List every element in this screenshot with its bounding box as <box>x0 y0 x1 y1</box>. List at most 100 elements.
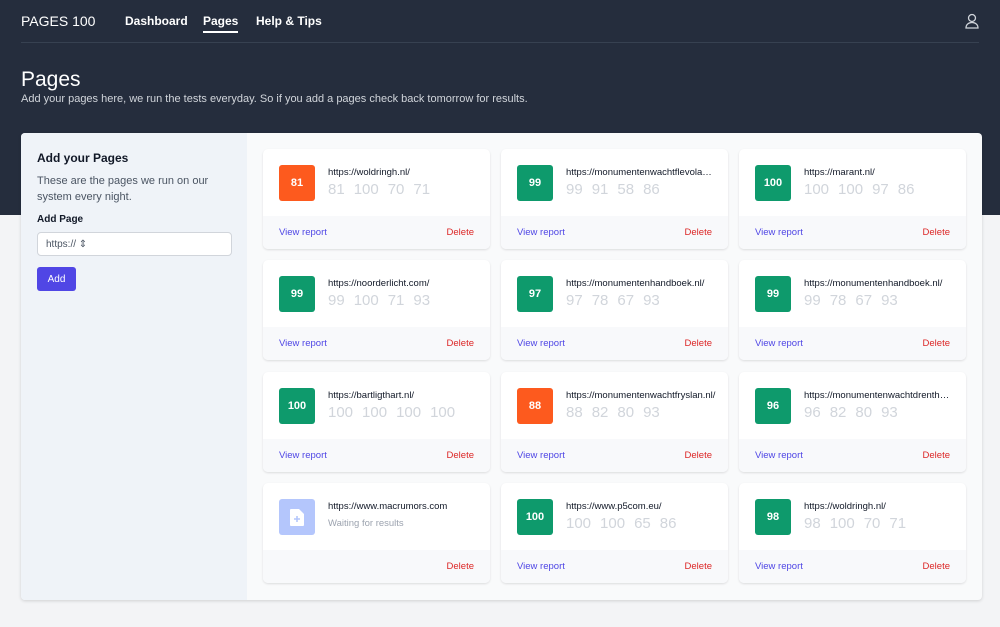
page-url: https://noorderlicht.com/ <box>328 278 430 289</box>
page-title: Pages <box>21 68 81 91</box>
delete-link[interactable]: Delete <box>923 561 950 572</box>
category-scores: 99 78 67 93 <box>804 292 907 309</box>
category-score: 88 <box>566 404 583 421</box>
add-page-input[interactable] <box>37 232 232 256</box>
page-url: https://monumentenwachtdrenthe.nl/ <box>804 390 954 401</box>
category-score: 70 <box>387 181 405 198</box>
category-score: 98 <box>804 515 821 532</box>
view-report-link[interactable]: View report <box>279 338 327 349</box>
category-score: 97 <box>566 292 583 309</box>
category-score: 80 <box>855 404 873 421</box>
delete-link[interactable]: Delete <box>447 450 474 461</box>
page-url: https://marant.nl/ <box>804 167 875 178</box>
category-score: 100 <box>566 515 592 532</box>
category-score: 67 <box>855 292 873 309</box>
page-url: https://www.p5com.eu/ <box>566 501 662 512</box>
category-score: 82 <box>829 404 847 421</box>
category-score: 100 <box>804 181 830 198</box>
category-scores: 98 100 70 71 <box>804 515 915 532</box>
pages-panel: Add your Pages These are the pages we ru… <box>21 133 982 600</box>
overall-score: 100 <box>763 177 783 189</box>
category-score: 81 <box>328 181 345 198</box>
delete-link[interactable]: Delete <box>923 338 950 349</box>
category-score: 99 <box>566 181 583 198</box>
overall-score: 98 <box>766 511 780 523</box>
category-score: 100 <box>353 181 379 198</box>
category-score: 100 <box>838 181 864 198</box>
view-report-link[interactable]: View report <box>755 227 803 238</box>
overall-score: 97 <box>528 288 542 300</box>
add-page-label: Add Page <box>37 214 84 225</box>
overall-score: 96 <box>766 400 780 412</box>
delete-link[interactable]: Delete <box>923 450 950 461</box>
page-card: 100 https://marant.nl/100 100 97 86 View repo… <box>739 149 966 249</box>
overall-score: 100 <box>525 511 545 523</box>
view-report-link[interactable]: View report <box>279 450 327 461</box>
score-badge: 81 <box>279 165 315 201</box>
category-score: 78 <box>591 292 609 309</box>
nav-help-tips[interactable]: Help & Tips <box>256 14 322 28</box>
add-pages-sidebar: Add your Pages These are the pages we ru… <box>21 133 247 600</box>
view-report-link[interactable]: View report <box>517 338 565 349</box>
page-url: https://monumentenhandboek.nl/ <box>804 278 943 289</box>
page-card: 81 https://woldringh.nl/81 100 70 71 View rep… <box>263 149 490 249</box>
score-badge: 99 <box>517 165 553 201</box>
overall-score: 81 <box>290 177 304 189</box>
category-score: 100 <box>353 292 379 309</box>
score-badge: 99 <box>279 276 315 312</box>
score-badge: 99 <box>755 276 791 312</box>
nav-dashboard[interactable]: Dashboard <box>125 14 188 28</box>
category-scores: 100 100 97 86 <box>804 181 923 198</box>
overall-score: 99 <box>528 177 542 189</box>
category-score: 86 <box>643 181 660 198</box>
category-score: 100 <box>396 404 422 421</box>
page-card: 100 https://www.p5com.eu/100 100 65 86 View r… <box>501 483 728 583</box>
page-subtitle: Add your pages here, we run the tests ev… <box>21 93 528 105</box>
view-report-link[interactable]: View report <box>755 338 803 349</box>
category-scores: 100 100 65 86 <box>566 515 685 532</box>
add-button[interactable]: Add <box>37 267 76 291</box>
page-card: 98 https://woldringh.nl/98 100 70 71 View rep… <box>739 483 966 583</box>
waiting-status: Waiting for results <box>328 518 404 529</box>
category-score: 71 <box>889 515 907 532</box>
view-report-link[interactable]: View report <box>279 227 327 238</box>
category-score: 80 <box>617 404 635 421</box>
page-url: https://monumentenwachtflevoland.nl/ <box>566 167 716 178</box>
delete-link[interactable]: Delete <box>685 450 712 461</box>
delete-link[interactable]: Delete <box>685 338 712 349</box>
page-card: 96 https://monumentenwachtdrenthe.nl/96 82… <box>739 372 966 472</box>
category-score: 93 <box>643 404 660 421</box>
score-badge: 96 <box>755 388 791 424</box>
view-report-link[interactable]: View report <box>517 561 565 572</box>
view-report-link[interactable]: View report <box>755 450 803 461</box>
view-report-link[interactable]: View report <box>517 450 565 461</box>
view-report-link[interactable]: View report <box>755 561 803 572</box>
delete-link[interactable]: Delete <box>923 227 950 238</box>
page-url: https://monumentenhandboek.nl/ <box>566 278 705 289</box>
delete-link[interactable]: Delete <box>447 227 474 238</box>
top-nav: PAGES 100 Dashboard Pages Help & Tips <box>21 0 979 43</box>
delete-link[interactable]: Delete <box>447 561 474 572</box>
overall-score: 99 <box>290 288 304 300</box>
view-report-link[interactable]: View report <box>517 227 565 238</box>
category-score: 93 <box>881 404 898 421</box>
page-url: https://www.macrumors.com <box>328 501 448 512</box>
category-scores: 97 78 67 93 <box>566 292 669 309</box>
category-score: 99 <box>328 292 345 309</box>
score-badge: 98 <box>755 499 791 535</box>
delete-link[interactable]: Delete <box>685 227 712 238</box>
category-score: 58 <box>617 181 635 198</box>
category-score: 96 <box>804 404 821 421</box>
category-score: 67 <box>617 292 635 309</box>
category-scores: 100 100 100 100 <box>328 404 464 421</box>
user-icon[interactable] <box>965 13 979 29</box>
page-url: https://bartligthart.nl/ <box>328 390 415 401</box>
category-score: 100 <box>362 404 388 421</box>
delete-link[interactable]: Delete <box>685 561 712 572</box>
nav-pages[interactable]: Pages <box>203 14 239 33</box>
delete-link[interactable]: Delete <box>447 338 474 349</box>
page-url: https://monumentenwachtfryslan.nl/ <box>566 390 716 401</box>
category-score: 82 <box>591 404 609 421</box>
category-score: 100 <box>600 515 626 532</box>
category-scores: 88 82 80 93 <box>566 404 669 421</box>
